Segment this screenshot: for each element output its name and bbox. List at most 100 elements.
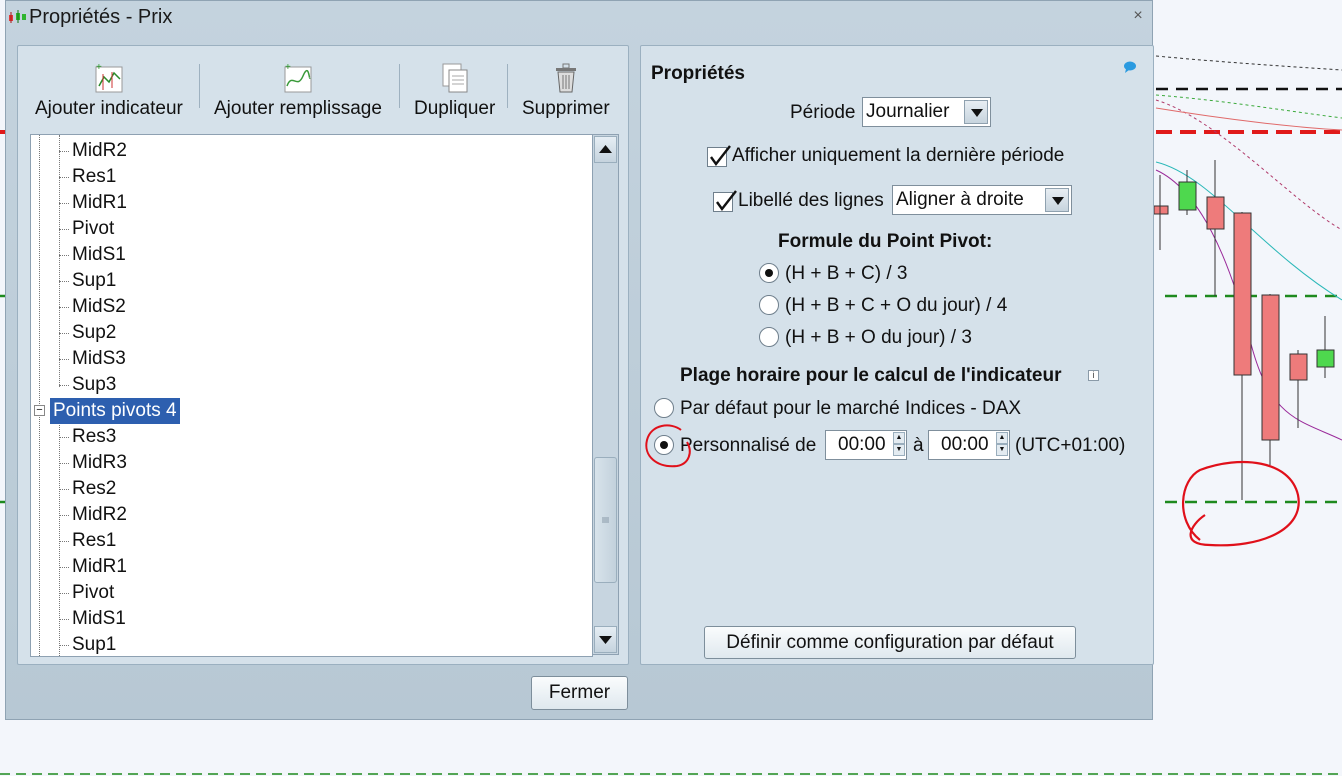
- tree-item-label: MidR1: [72, 556, 127, 577]
- info-icon[interactable]: i: [1088, 370, 1099, 381]
- add-indicator-label: Ajouter indicateur: [35, 98, 183, 119]
- title-bar[interactable]: Propriétés - Prix ×: [6, 1, 1152, 34]
- tree-branch-line: [59, 567, 69, 568]
- step-down-icon[interactable]: ▼: [996, 444, 1008, 456]
- toolbar-separator: [507, 64, 508, 108]
- tree-guide-line: [59, 135, 60, 387]
- scroll-thumb[interactable]: [594, 457, 617, 583]
- tree-branch-line: [59, 281, 69, 282]
- pivot-formula-heading: Formule du Point Pivot:: [778, 231, 993, 252]
- toolbar-separator: [399, 64, 400, 108]
- properties-panel: Propriétés Période Journalier Afficher u…: [640, 45, 1154, 665]
- add-indicator-icon: +: [95, 62, 123, 93]
- tree-branch-line: [59, 177, 69, 178]
- tree-item-label: Sup1: [72, 634, 117, 655]
- tree-branch-line: [59, 255, 69, 256]
- tree-item-label: MidS1: [72, 608, 126, 629]
- checkmark-icon: [710, 145, 731, 167]
- duplicate-button[interactable]: Dupliquer: [414, 62, 495, 120]
- tree-item-label: MidR2: [72, 140, 127, 161]
- line-labels-select-value: Aligner à droite: [896, 189, 1024, 210]
- line-labels-select[interactable]: Aligner à droite: [892, 185, 1072, 215]
- from-time-value: 00:00: [838, 434, 886, 455]
- tree-branch-line: [59, 359, 69, 360]
- tree-item-label: Sup1: [72, 270, 117, 291]
- from-time-stepper[interactable]: 00:00 ▲ ▼: [825, 430, 907, 460]
- tree-item-label: MidR3: [72, 452, 127, 473]
- tree-branch-line: [59, 203, 69, 204]
- indicator-tree: MidR2 Res1 MidR1 Pivot MidS1 Sup1 MidS2 Sup2 Mid…: [30, 134, 593, 657]
- arrow-up-icon: [599, 145, 612, 153]
- set-default-config-button[interactable]: Définir comme configuration par défaut: [704, 626, 1076, 659]
- help-bubble-icon[interactable]: [1123, 61, 1137, 73]
- tree-branch-line: [59, 645, 69, 646]
- formula-radio-3[interactable]: [759, 327, 779, 347]
- to-label: à: [913, 435, 924, 456]
- time-range-heading: Plage horaire pour le calcul de l'indica…: [680, 365, 1062, 386]
- tree-item-label: Res3: [72, 426, 117, 447]
- tree-item-label: MidR1: [72, 192, 127, 213]
- show-last-period-checkbox[interactable]: [707, 145, 731, 167]
- add-fill-label: Ajouter remplissage: [214, 98, 382, 119]
- formula-label-3: (H + B + O du jour) / 3: [785, 327, 972, 348]
- tree-guide-line: [39, 135, 40, 656]
- tree-branch-line: [59, 229, 69, 230]
- chevron-down-icon: [964, 100, 988, 124]
- tree-branch-line: [59, 437, 69, 438]
- step-up-icon[interactable]: ▲: [996, 432, 1008, 444]
- tree-scrollbar[interactable]: [592, 134, 619, 655]
- toolbar-separator: [199, 64, 200, 108]
- tree-branch-line: [59, 463, 69, 464]
- svg-text:+: +: [285, 62, 291, 73]
- default-market-label: Par défaut pour le marché Indices - DAX: [680, 398, 1022, 419]
- duplicate-label: Dupliquer: [414, 98, 496, 119]
- tree-item-label: MidS3: [72, 348, 126, 369]
- tree-branch-line: [59, 307, 69, 308]
- scroll-down-button[interactable]: [594, 626, 617, 653]
- svg-text:+: +: [96, 62, 102, 73]
- tree-branch-line: [59, 619, 69, 620]
- step-up-icon[interactable]: ▲: [893, 432, 905, 444]
- delete-button[interactable]: Supprimer: [522, 62, 610, 120]
- scroll-up-button[interactable]: [594, 136, 617, 163]
- add-indicator-button[interactable]: + Ajouter indicateur: [35, 62, 183, 120]
- tree-item-label: Points pivots 4: [50, 398, 180, 424]
- tree-branch-line: [59, 151, 69, 152]
- annotation-circle-radio: [645, 424, 691, 468]
- arrow-down-icon: [599, 636, 612, 644]
- chevron-down-icon: [1045, 188, 1069, 212]
- indicator-list-panel: + Ajouter indicateur + Ajouter remplissa…: [17, 45, 629, 665]
- add-fill-button[interactable]: + Ajouter remplissage: [214, 62, 382, 120]
- show-last-period-label: Afficher uniquement la dernière période: [732, 145, 1065, 166]
- chart-app-icon: [9, 10, 26, 23]
- close-icon[interactable]: ×: [1128, 5, 1148, 27]
- stepper-buttons[interactable]: ▲ ▼: [996, 432, 1008, 458]
- trash-icon: [555, 63, 576, 93]
- period-label: Période: [790, 102, 856, 123]
- properties-dialog: Propriétés - Prix × + Ajouter indicateur…: [5, 0, 1154, 720]
- tree-guide-line: [59, 423, 60, 656]
- tree-item-label: Res1: [72, 166, 117, 187]
- properties-heading: Propriétés: [651, 63, 745, 84]
- to-time-value: 00:00: [941, 434, 989, 455]
- tree-item-label: Sup3: [72, 374, 117, 395]
- tree-item-label: Pivot: [72, 582, 115, 603]
- period-select[interactable]: Journalier: [862, 97, 991, 127]
- line-labels-checkbox[interactable]: [713, 190, 737, 212]
- tree-item-label: MidS1: [72, 244, 126, 265]
- collapse-icon[interactable]: −: [34, 405, 45, 416]
- formula-label-2: (H + B + C + O du jour) / 4: [785, 295, 1008, 316]
- close-button[interactable]: Fermer: [531, 676, 628, 710]
- to-time-stepper[interactable]: 00:00 ▲ ▼: [928, 430, 1010, 460]
- formula-radio-1[interactable]: [759, 263, 779, 283]
- step-down-icon[interactable]: ▼: [893, 444, 905, 456]
- tree-branch-line: [59, 333, 69, 334]
- default-market-radio[interactable]: [654, 398, 674, 418]
- delete-label: Supprimer: [522, 98, 610, 119]
- tree-branch-line: [59, 489, 69, 490]
- checkmark-icon: [716, 190, 737, 212]
- tree-item-label: Sup2: [72, 322, 117, 343]
- stepper-buttons[interactable]: ▲ ▼: [893, 432, 905, 458]
- tree-branch-line: [59, 541, 69, 542]
- formula-radio-2[interactable]: [759, 295, 779, 315]
